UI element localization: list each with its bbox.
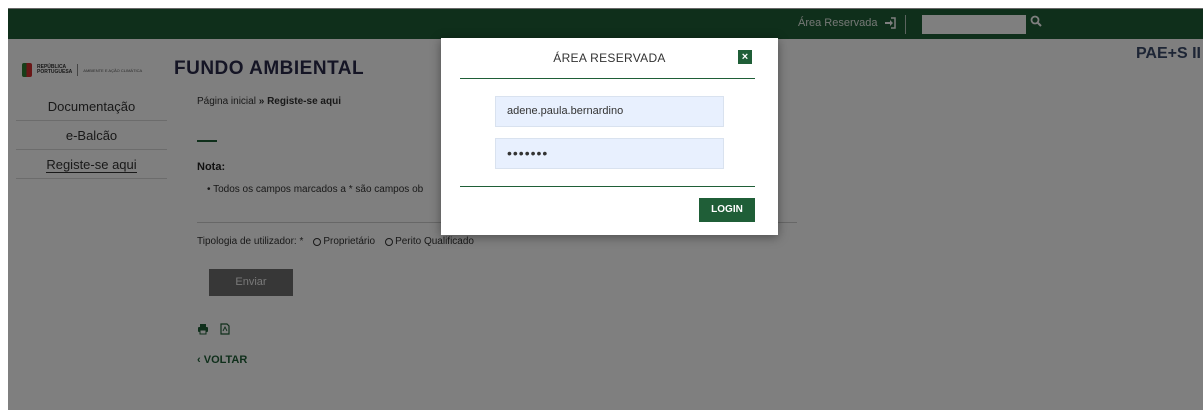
password-field[interactable]: •••••••	[495, 138, 724, 169]
divider	[460, 186, 755, 187]
login-button[interactable]: LOGIN	[699, 198, 755, 222]
close-button[interactable]: ×	[738, 50, 752, 64]
divider	[460, 78, 755, 79]
username-field[interactable]: adene.paula.bernardino	[495, 96, 724, 127]
close-icon: ×	[741, 51, 749, 63]
login-modal: ÁREA RESERVADA × adene.paula.bernardino …	[441, 38, 778, 235]
modal-title: ÁREA RESERVADA	[553, 51, 666, 65]
